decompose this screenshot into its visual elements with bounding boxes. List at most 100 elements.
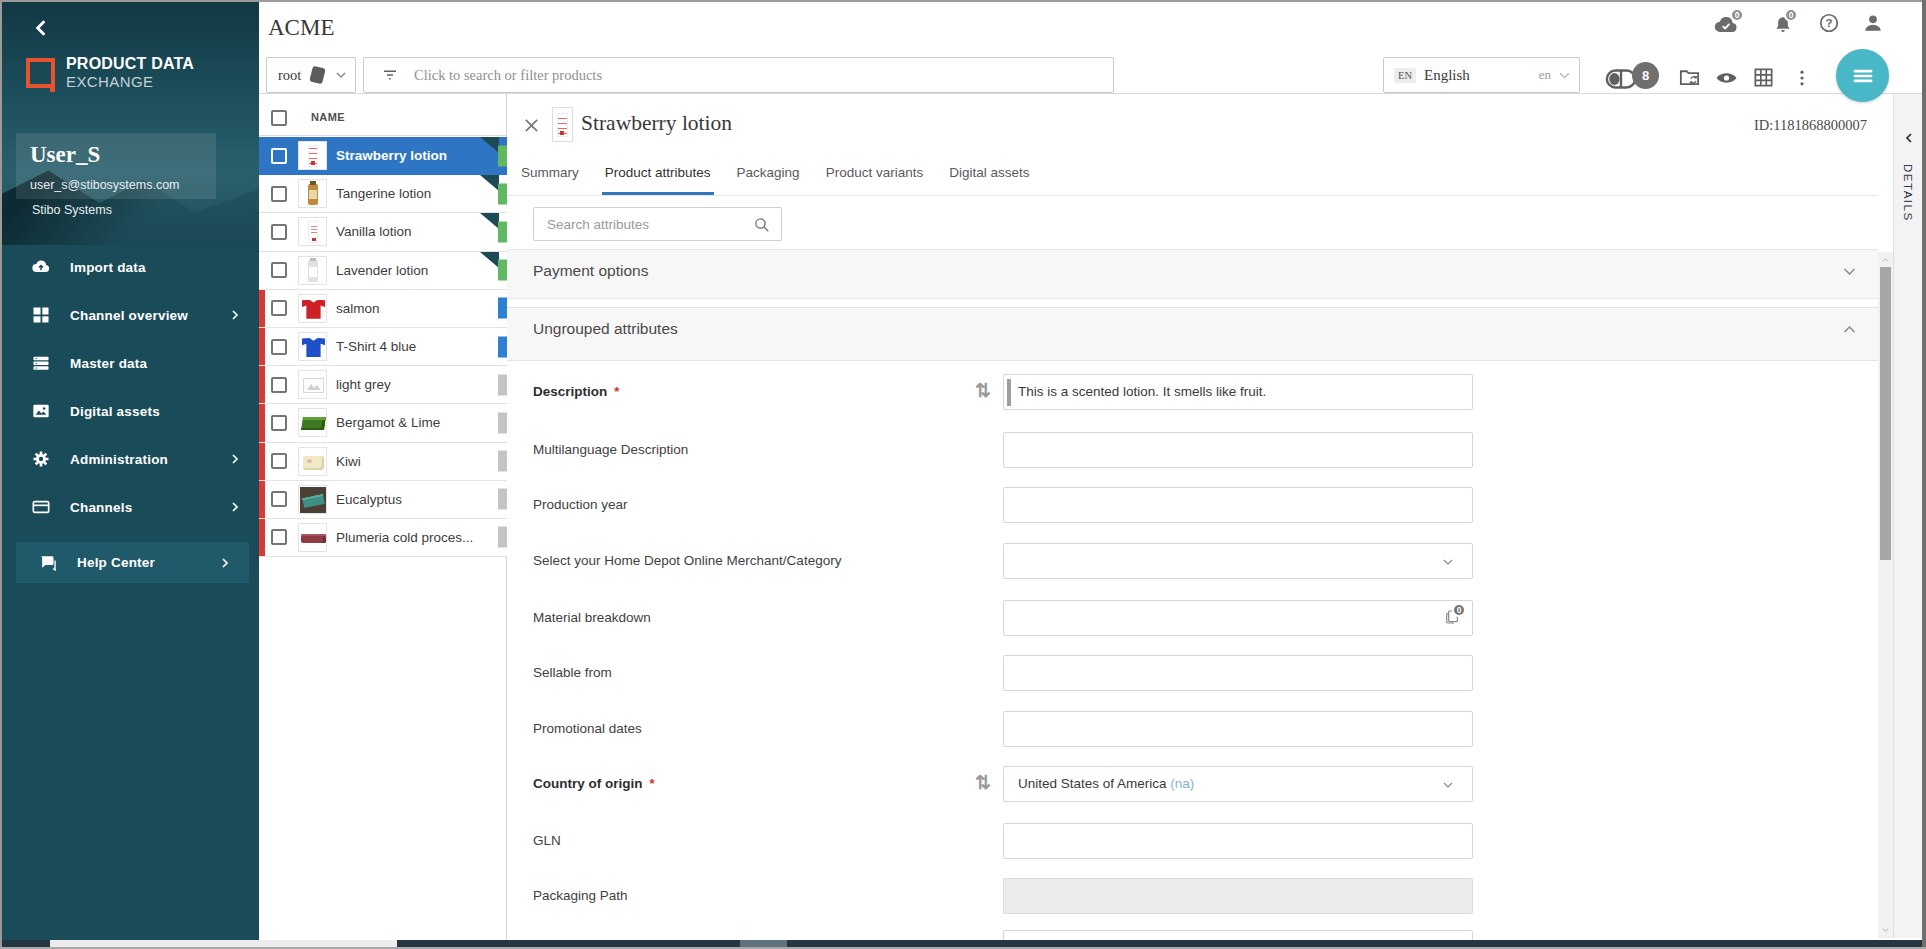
close-icon[interactable]	[523, 117, 540, 134]
row-checkbox[interactable]	[271, 262, 287, 278]
section-label: Ungrouped attributes	[533, 320, 678, 338]
attribute-label: Packaging Path	[533, 888, 628, 903]
sidebar-nav-label: Channels	[70, 500, 132, 515]
category-selector[interactable]: root	[266, 57, 356, 93]
product-search-input[interactable]: Click to search or filter products	[363, 57, 1114, 93]
attribute-input[interactable]	[1003, 711, 1473, 747]
section-payment-options[interactable]: Payment options	[507, 249, 1878, 299]
scroll-down-arrow[interactable]	[1881, 926, 1890, 934]
detail-tab[interactable]: Digital assets	[949, 155, 1029, 196]
attribute-input[interactable]	[1003, 930, 1473, 940]
copy-icon[interactable]: 0	[1444, 608, 1460, 626]
textarea-handle	[1007, 379, 1011, 406]
row-flag-bar	[259, 328, 265, 365]
filter-icon	[381, 66, 399, 84]
sidebar-nav-item[interactable]: Channels	[2, 483, 259, 531]
chevron-up-icon	[1842, 322, 1857, 337]
row-checkbox[interactable]	[271, 529, 287, 545]
detail-tab[interactable]: Packaging	[737, 155, 800, 196]
row-checkbox[interactable]	[271, 377, 287, 393]
sidebar-nav-item[interactable]: Digital assets	[2, 387, 259, 435]
product-name: Kiwi	[336, 454, 361, 469]
product-thumbnail	[298, 217, 327, 246]
section-label: Payment options	[533, 262, 648, 280]
required-asterisk: *	[649, 776, 654, 791]
product-name: Tangerine lotion	[336, 186, 431, 201]
sidebar-nav-item[interactable]: Import data	[2, 243, 259, 291]
product-detail-panel: Strawberry lotion ID:1181868800007 Summa…	[507, 94, 1878, 940]
main-menu-fab[interactable]	[1836, 49, 1889, 102]
product-list-row[interactable]: Strawberry lotion	[259, 137, 507, 175]
selection-count-badge[interactable]: 8	[1632, 62, 1659, 89]
attribute-search-placeholder: Search attributes	[547, 217, 649, 232]
product-search-placeholder: Click to search or filter products	[414, 67, 602, 84]
attribute-input[interactable]	[1003, 823, 1473, 859]
sync-values-icon[interactable]: ⇅	[975, 771, 991, 794]
section-ungrouped-attributes[interactable]: Ungrouped attributes	[507, 307, 1878, 361]
sidebar-nav-item[interactable]: Channel overview	[2, 291, 259, 339]
product-list-row[interactable]: Plumeria cold proces...	[259, 519, 507, 557]
row-checkbox[interactable]	[271, 491, 287, 507]
product-list-row[interactable]: Lavender lotion	[259, 252, 507, 290]
row-checkbox[interactable]	[271, 453, 287, 469]
details-rail[interactable]: DETAILS	[1893, 94, 1922, 938]
detail-tab[interactable]: Summary	[521, 155, 579, 196]
attribute-field-row: Select your Home Depot Online Merchant/C…	[507, 543, 1878, 579]
horizontal-scrollbar[interactable]	[2, 940, 1922, 947]
product-list-row[interactable]: Vanilla lotion	[259, 213, 507, 251]
attribute-input[interactable]	[1003, 655, 1473, 691]
row-checkbox[interactable]	[271, 300, 287, 316]
horizontal-scrollbar-thumb[interactable]	[50, 940, 397, 947]
product-list-row[interactable]: Tangerine lotion	[259, 175, 507, 213]
attribute-input[interactable]	[1003, 878, 1473, 914]
product-list-row[interactable]: T-Shirt 4 blue	[259, 328, 507, 366]
attribute-input[interactable]	[1003, 487, 1473, 523]
attribute-input[interactable]: 0	[1003, 600, 1473, 636]
photo-icon	[31, 401, 51, 421]
attribute-search-input[interactable]: Search attributes	[533, 207, 782, 241]
detail-tab[interactable]: Product attributes	[605, 155, 711, 196]
scrollbar-thumb[interactable]	[1880, 267, 1891, 560]
product-name: light grey	[336, 377, 391, 392]
name-column-header: NAME	[311, 111, 345, 123]
scroll-up-arrow[interactable]	[1881, 256, 1890, 264]
attribute-input[interactable]: United States of America (na)	[1003, 766, 1473, 802]
row-checkbox[interactable]	[271, 415, 287, 431]
row-flag-bar	[259, 404, 265, 441]
details-rail-label: DETAILS	[1902, 164, 1914, 222]
attribute-input[interactable]	[1003, 543, 1473, 579]
product-list-row[interactable]: light grey	[259, 366, 507, 404]
detail-horizontal-scrollbar-thumb[interactable]	[740, 940, 787, 947]
tasks-icon[interactable]: 0	[1712, 12, 1740, 38]
row-checkbox[interactable]	[271, 339, 287, 355]
user-organization: Stibo Systems	[32, 203, 112, 217]
row-checkbox[interactable]	[271, 224, 287, 240]
sidebar-nav-item[interactable]: Master data	[2, 339, 259, 387]
row-flag-bar	[259, 366, 265, 403]
row-checkbox[interactable]	[271, 186, 287, 202]
detail-vertical-scrollbar[interactable]	[1878, 252, 1893, 938]
attribute-input[interactable]: This is a scented lotion. It smells like…	[1003, 374, 1473, 410]
sidebar-nav-label: Administration	[70, 452, 168, 467]
folder-sync-icon[interactable]	[1678, 66, 1701, 89]
product-list-row[interactable]: Eucalyptus	[259, 481, 507, 519]
language-name: English	[1424, 67, 1470, 84]
more-options-kebab-icon[interactable]	[1792, 66, 1812, 90]
sidebar-collapse-icon[interactable]	[30, 18, 52, 38]
sidebar-nav-item[interactable]: Administration	[2, 435, 259, 483]
table-view-icon[interactable]	[1752, 66, 1775, 89]
sync-values-icon[interactable]: ⇅	[975, 379, 991, 402]
product-list-row[interactable]: Kiwi	[259, 443, 507, 481]
user-profile-icon[interactable]	[1862, 12, 1884, 34]
help-icon[interactable]	[1818, 12, 1840, 34]
select-all-checkbox[interactable]	[271, 110, 287, 126]
notifications-bell-icon[interactable]: 0	[1772, 12, 1794, 38]
sidebar-nav-item[interactable]: Help Center	[16, 542, 249, 583]
preview-eye-icon[interactable]	[1714, 66, 1739, 90]
product-list-row[interactable]: salmon	[259, 290, 507, 328]
detail-tab[interactable]: Product variants	[826, 155, 924, 196]
attribute-input[interactable]	[1003, 432, 1473, 468]
language-selector[interactable]: EN English en	[1383, 57, 1580, 93]
row-checkbox[interactable]	[271, 148, 287, 164]
product-list-row[interactable]: Bergamot & Lime	[259, 404, 507, 442]
